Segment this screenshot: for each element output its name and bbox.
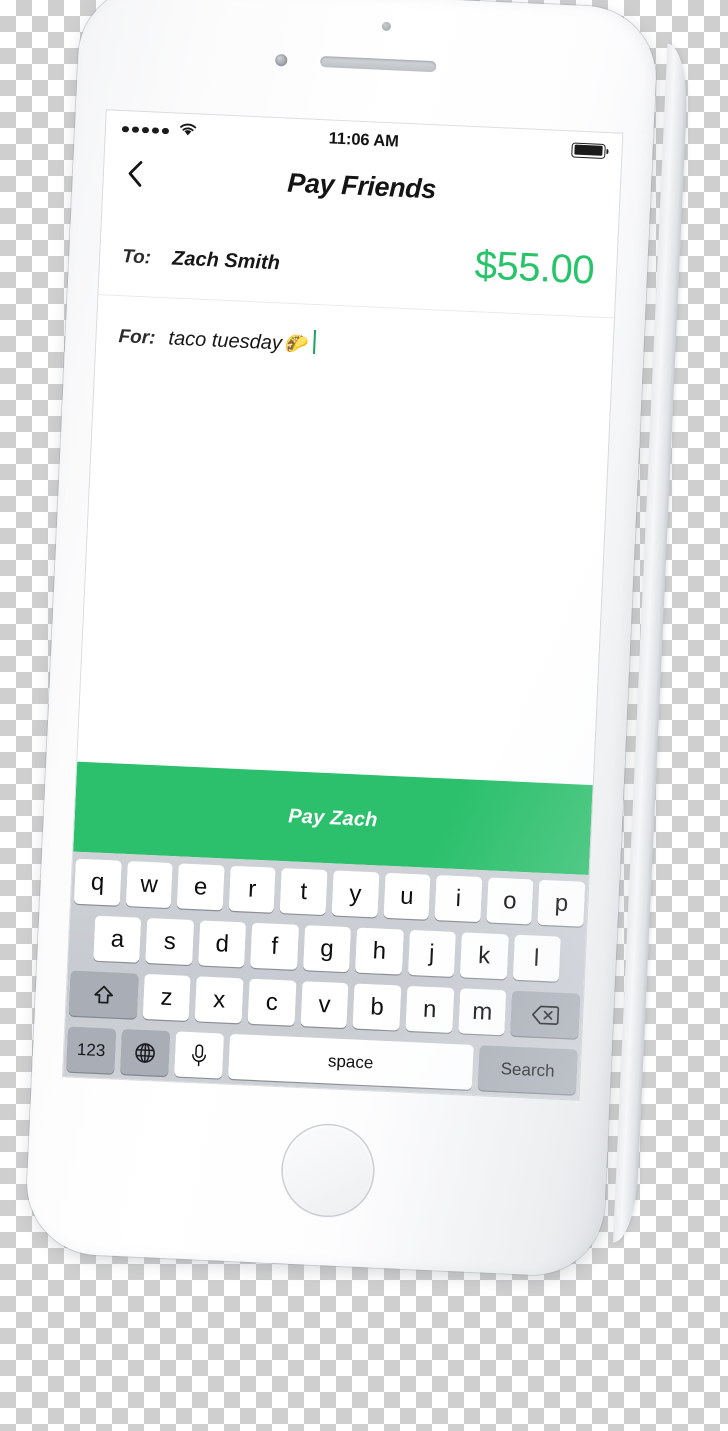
status-bar-left bbox=[121, 119, 198, 143]
key-i[interactable]: i bbox=[434, 875, 483, 923]
pay-button-label: Pay Zach bbox=[287, 804, 379, 831]
key-q[interactable]: q bbox=[73, 858, 122, 906]
battery-fill bbox=[573, 144, 604, 156]
on-screen-keyboard: q w e r t y u i o p a s d f g h j k l z … bbox=[62, 851, 589, 1100]
dictation-key[interactable] bbox=[173, 1031, 224, 1079]
wifi-icon bbox=[177, 122, 198, 143]
key-p[interactable]: p bbox=[537, 879, 586, 927]
key-u[interactable]: u bbox=[383, 872, 431, 920]
back-button[interactable] bbox=[121, 160, 148, 189]
key-a[interactable]: a bbox=[93, 915, 142, 963]
taco-emoji-icon: 🌮 bbox=[284, 333, 309, 356]
text-caret bbox=[313, 329, 317, 355]
key-g[interactable]: g bbox=[302, 925, 352, 973]
key-c[interactable]: c bbox=[247, 978, 297, 1026]
key-j[interactable]: j bbox=[407, 929, 456, 977]
globe-language-icon bbox=[132, 1040, 157, 1065]
microphone-icon bbox=[189, 1043, 208, 1068]
page-title: Pay Friends bbox=[286, 167, 437, 204]
key-n[interactable]: n bbox=[405, 985, 455, 1033]
phone-device: 11:06 AM Pay Friends To: Zach Smith $55.… bbox=[23, 0, 690, 1299]
battery-icon bbox=[571, 141, 606, 159]
for-label: For: bbox=[118, 326, 156, 349]
backspace-delete-icon bbox=[531, 1003, 560, 1026]
space-key[interactable]: space bbox=[227, 1033, 474, 1090]
recipient-name: Zach Smith bbox=[171, 247, 281, 275]
key-k[interactable]: k bbox=[459, 932, 509, 980]
key-b[interactable]: b bbox=[352, 983, 402, 1031]
canvas: 11:06 AM Pay Friends To: Zach Smith $55.… bbox=[0, 0, 728, 1431]
chevron-left-icon bbox=[126, 159, 144, 193]
shift-up-arrow-icon bbox=[91, 982, 116, 1007]
key-z[interactable]: z bbox=[142, 973, 191, 1021]
numbers-key[interactable]: 123 bbox=[66, 1026, 117, 1074]
search-return-key[interactable]: Search bbox=[477, 1045, 578, 1095]
key-o[interactable]: o bbox=[486, 877, 534, 925]
backspace-key[interactable] bbox=[510, 990, 581, 1039]
key-y[interactable]: y bbox=[331, 870, 380, 918]
key-h[interactable]: h bbox=[355, 927, 404, 975]
key-w[interactable]: w bbox=[125, 861, 173, 909]
key-m[interactable]: m bbox=[458, 988, 507, 1036]
compose-area[interactable] bbox=[77, 347, 612, 786]
globe-key[interactable] bbox=[119, 1028, 170, 1077]
keyboard-row-2: a s d f g h j k l bbox=[71, 915, 583, 983]
phone-screen: 11:06 AM Pay Friends To: Zach Smith $55.… bbox=[62, 110, 623, 1100]
key-t[interactable]: t bbox=[279, 868, 328, 916]
key-f[interactable]: f bbox=[250, 922, 299, 970]
key-x[interactable]: x bbox=[194, 976, 244, 1024]
amount-value[interactable]: $55.00 bbox=[474, 243, 595, 292]
key-l[interactable]: l bbox=[512, 934, 561, 982]
shift-key[interactable] bbox=[68, 970, 139, 1019]
key-d[interactable]: d bbox=[198, 920, 247, 968]
keyboard-row-3: z x c v b n m bbox=[68, 970, 581, 1039]
cellular-signal-dots-icon bbox=[121, 125, 169, 135]
key-r[interactable]: r bbox=[228, 865, 277, 913]
key-v[interactable]: v bbox=[300, 981, 349, 1029]
status-bar-right bbox=[571, 141, 606, 159]
to-label: To: bbox=[121, 246, 152, 269]
key-e[interactable]: e bbox=[176, 863, 225, 911]
key-s[interactable]: s bbox=[145, 918, 195, 966]
